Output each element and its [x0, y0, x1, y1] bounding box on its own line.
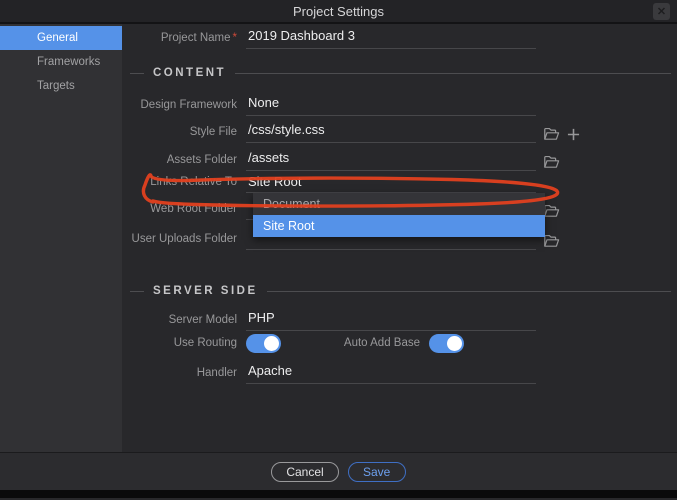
links-relative-to-row: Links Relative To Site Root [122, 169, 536, 193]
design-framework-row: Design Framework [122, 92, 536, 116]
project-name-label: Project Name* [122, 32, 246, 49]
auto-add-base-label: Auto Add Base [281, 337, 429, 349]
dropdown-option-site-root[interactable]: Site Root [253, 215, 545, 237]
sidebar: General Frameworks Targets [0, 24, 122, 452]
use-routing-label: Use Routing [122, 337, 246, 349]
settings-form: Project Name* CONTENT Design Framework S… [122, 24, 677, 452]
close-icon[interactable]: ✕ [653, 3, 670, 20]
assets-folder-input[interactable] [248, 150, 536, 165]
plus-icon[interactable] [567, 128, 580, 143]
links-relative-to-dropdown: Document Site Root [253, 193, 545, 237]
server-side-section-header: SERVER SIDE [130, 283, 671, 299]
design-framework-input[interactable] [248, 95, 536, 110]
project-settings-dialog: Project Settings ✕ General Frameworks Ta… [0, 0, 677, 500]
dialog-title: Project Settings [293, 4, 384, 19]
titlebar: Project Settings ✕ [0, 0, 677, 24]
open-folder-icon[interactable] [543, 233, 560, 250]
assets-folder-row: Assets Folder [122, 147, 560, 171]
style-file-row: Style File [122, 119, 580, 143]
open-folder-icon[interactable] [543, 154, 560, 171]
cancel-button[interactable]: Cancel [271, 462, 338, 482]
links-relative-to-select[interactable]: Site Root [246, 174, 536, 193]
server-model-row: Server Model [122, 307, 536, 331]
handler-row: Handler [122, 360, 536, 384]
auto-add-base-toggle[interactable] [429, 334, 464, 353]
project-name-input[interactable] [248, 28, 536, 43]
sidebar-item-frameworks[interactable]: Frameworks [0, 50, 122, 74]
sidebar-item-targets[interactable]: Targets [0, 74, 122, 98]
server-model-input[interactable] [248, 310, 536, 325]
server-model-label: Server Model [122, 314, 246, 331]
bottom-strip [0, 490, 677, 498]
style-file-label: Style File [122, 126, 246, 143]
style-file-input[interactable] [248, 122, 536, 137]
links-relative-to-label: Links Relative To [122, 176, 246, 193]
sidebar-item-general[interactable]: General [0, 26, 122, 50]
save-button[interactable]: Save [348, 462, 406, 482]
design-framework-label: Design Framework [122, 99, 246, 116]
project-name-row: Project Name* [122, 25, 536, 49]
dropdown-option-document[interactable]: Document [253, 193, 545, 215]
open-folder-icon[interactable] [543, 126, 560, 143]
handler-label: Handler [122, 367, 246, 384]
user-uploads-folder-label: User Uploads Folder [122, 233, 246, 250]
required-asterisk: * [233, 32, 237, 44]
routing-row: Use Routing Auto Add Base [122, 332, 464, 354]
web-root-folder-label: Web Root Folder [122, 203, 246, 220]
content-section-header: CONTENT [130, 65, 671, 81]
open-folder-icon[interactable] [543, 203, 560, 220]
dialog-footer: Cancel Save [0, 452, 677, 490]
handler-input[interactable] [248, 363, 536, 378]
use-routing-toggle[interactable] [246, 334, 281, 353]
